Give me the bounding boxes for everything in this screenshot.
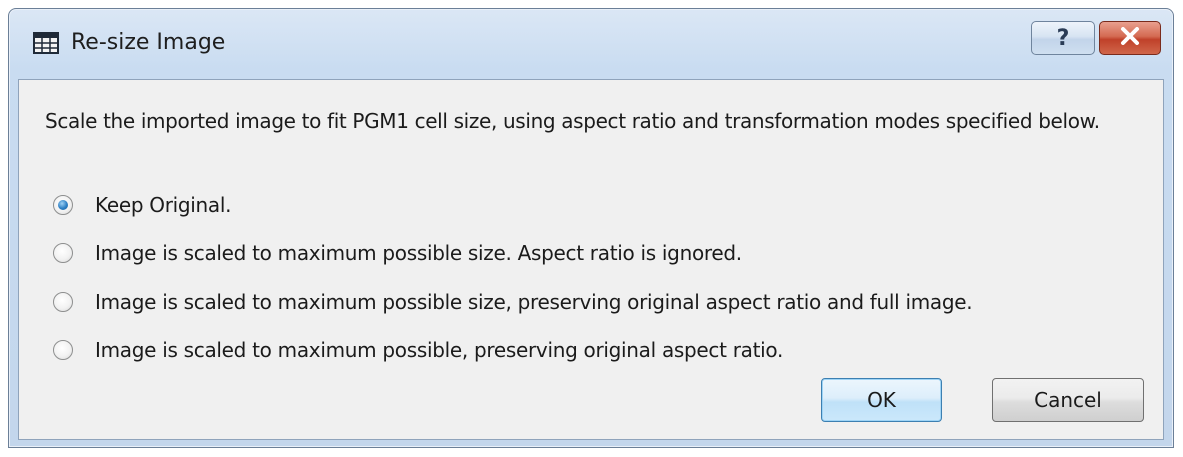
option-ignore-aspect-ratio[interactable]: Image is scaled to maximum possible size…: [53, 240, 742, 266]
option-label: Image is scaled to maximum possible size…: [95, 241, 742, 265]
dialog-body: Scale the imported image to fit PGM1 cel…: [18, 79, 1164, 440]
radio-button-ignore-aspect-ratio[interactable]: [53, 243, 73, 263]
radio-button-keep-original[interactable]: [53, 195, 73, 215]
option-label: Keep Original.: [95, 193, 232, 217]
instruction-text: Scale the imported image to fit PGM1 cel…: [45, 109, 1100, 133]
cancel-button[interactable]: Cancel: [992, 378, 1144, 422]
option-label: Image is scaled to maximum possible, pre…: [95, 338, 784, 362]
re-size-image-dialog: Re-size Image ? Scale the imported image…: [8, 8, 1174, 448]
radio-button-preserve-aspect-ratio[interactable]: [53, 340, 73, 360]
title-bar[interactable]: Re-size Image ?: [9, 9, 1173, 79]
option-keep-original[interactable]: Keep Original.: [53, 192, 232, 218]
help-button[interactable]: ?: [1031, 21, 1095, 55]
radio-button-preserve-aspect-full-image[interactable]: [53, 292, 73, 312]
help-icon: ?: [1056, 25, 1070, 51]
close-icon: [1119, 27, 1141, 49]
option-preserve-aspect-ratio[interactable]: Image is scaled to maximum possible, pre…: [53, 337, 783, 363]
window-title: Re-size Image: [71, 30, 226, 55]
option-label: Image is scaled to maximum possible size…: [95, 290, 973, 314]
option-preserve-aspect-full-image[interactable]: Image is scaled to maximum possible size…: [53, 289, 973, 315]
close-button[interactable]: [1099, 21, 1161, 55]
ok-button[interactable]: OK: [821, 378, 942, 422]
table-window-icon: [33, 31, 59, 55]
